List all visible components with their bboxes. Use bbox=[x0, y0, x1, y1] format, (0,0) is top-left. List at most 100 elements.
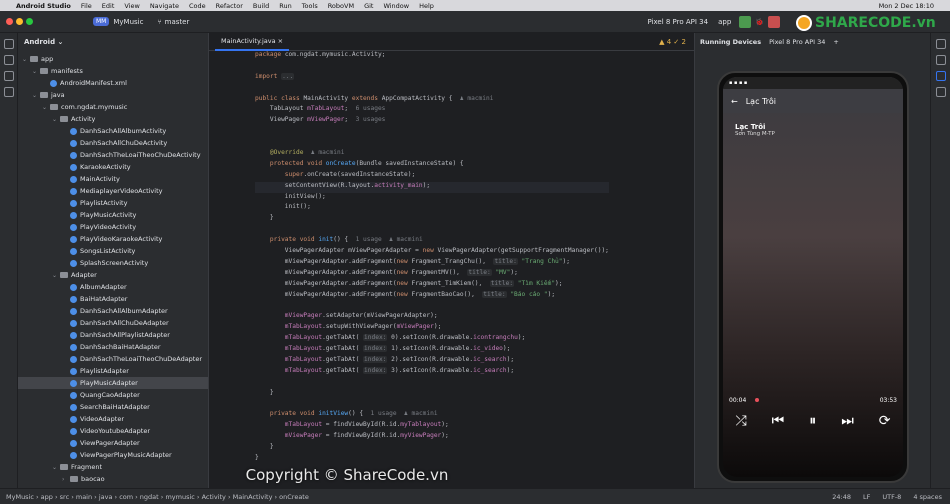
next-icon[interactable]: ⏭ bbox=[841, 413, 854, 429]
menu-window[interactable]: Window bbox=[383, 2, 409, 10]
tree-item[interactable]: PlaylistActivity bbox=[18, 197, 208, 209]
menu-code[interactable]: Code bbox=[189, 2, 206, 10]
tree-item[interactable]: DanhSachTheLoaiTheoChuDeAdapter bbox=[18, 353, 208, 365]
project-tool-icon[interactable] bbox=[3, 39, 14, 49]
add-device-icon[interactable]: + bbox=[833, 38, 838, 46]
tab-mainactivity[interactable]: MainActivity.java × bbox=[215, 33, 290, 51]
tree-item[interactable]: MainActivity bbox=[18, 173, 208, 185]
code-line[interactable]: mTabLayout = findViewById(R.id.myTablayo… bbox=[255, 421, 609, 432]
code-line[interactable]: ViewPager mViewPager; 3 usages bbox=[255, 116, 609, 127]
tree-item[interactable]: DanhSachBaiHatAdapter bbox=[18, 341, 208, 353]
menu-build[interactable]: Build bbox=[253, 2, 269, 10]
repeat-icon[interactable]: ⟳ bbox=[879, 413, 891, 429]
tree-item[interactable]: DanhSachAllAlbumActivity bbox=[18, 125, 208, 137]
menu-run[interactable]: Run bbox=[279, 2, 291, 10]
menu-robovm[interactable]: RoboVM bbox=[328, 2, 354, 10]
code-line[interactable]: mTabLayout.getTabAt( index: 1).setIcon(R… bbox=[255, 345, 609, 356]
tree-item[interactable]: VideoYoutubeAdapter bbox=[18, 425, 208, 437]
notifications-icon[interactable] bbox=[935, 39, 946, 49]
code-line[interactable]: } bbox=[255, 443, 609, 454]
device-selector[interactable]: Pixel 8 Pro API 34 bbox=[647, 18, 708, 26]
code-line[interactable]: mTabLayout.getTabAt( index: 3).setIcon(R… bbox=[255, 366, 609, 378]
tree-item[interactable]: SearchBaiHatAdapter bbox=[18, 401, 208, 413]
menu-help[interactable]: Help bbox=[419, 2, 434, 10]
more-tool-icon[interactable] bbox=[3, 87, 14, 97]
code-line[interactable]: } bbox=[255, 214, 609, 225]
debug-icon[interactable]: 🐞 bbox=[755, 18, 764, 26]
code-line[interactable]: TabLayout mTabLayout; 6 usages bbox=[255, 105, 609, 116]
menu-tools[interactable]: Tools bbox=[302, 2, 318, 10]
code-line[interactable]: mViewPagerAdapter.addFragment(new Fragme… bbox=[255, 279, 609, 291]
tree-item[interactable]: PlayMusicAdapter bbox=[18, 377, 208, 389]
stop-button[interactable] bbox=[768, 15, 780, 28]
tree-item[interactable]: PlaylistAdapter bbox=[18, 365, 208, 377]
device-manager-icon[interactable] bbox=[935, 71, 946, 81]
menu-navigate[interactable]: Navigate bbox=[150, 2, 179, 10]
tree-item[interactable]: DanhSachAllAlbumAdapter bbox=[18, 305, 208, 317]
code-line[interactable]: super.onCreate(savedInstanceState); bbox=[255, 171, 609, 182]
line-separator[interactable]: LF bbox=[863, 493, 870, 501]
menu-file[interactable]: File bbox=[81, 2, 92, 10]
phone-screen[interactable]: ▪ ▪ ▪ ▪ ← Lạc Trôi Lạc Trôi Sơn Tùng M-T… bbox=[723, 77, 903, 477]
code-line[interactable]: mViewPagerAdapter.addFragment(new Fragme… bbox=[255, 257, 609, 269]
tree-item[interactable]: AndroidManifest.xml bbox=[18, 77, 208, 89]
project-selector[interactable]: MyMusic bbox=[113, 18, 143, 26]
tree-item[interactable]: ⌄ com.ngdat.mymusic bbox=[18, 101, 208, 113]
code-line[interactable]: mTabLayout.getTabAt( index: 2).setIcon(R… bbox=[255, 355, 609, 367]
menu-edit[interactable]: Edit bbox=[102, 2, 115, 10]
tree-item[interactable]: ⌄ java bbox=[18, 89, 208, 101]
run-config[interactable]: app bbox=[718, 18, 731, 26]
gradle-icon[interactable] bbox=[935, 55, 946, 65]
code-line[interactable]: initView(); bbox=[255, 193, 609, 204]
code-line[interactable]: mViewPagerAdapter.addFragment(new Fragme… bbox=[255, 290, 609, 302]
code-line[interactable] bbox=[255, 400, 609, 411]
code-line[interactable]: mViewPagerAdapter.addFragment(new Fragme… bbox=[255, 268, 609, 280]
tree-item[interactable]: ⌄ Adapter bbox=[18, 269, 208, 281]
code-line[interactable]: protected void onCreate(Bundle savedInst… bbox=[255, 160, 609, 171]
code-line[interactable]: mViewPager = findViewById(R.id.myViewPag… bbox=[255, 432, 609, 443]
tree-item[interactable]: PlayVideoKaraokeActivity bbox=[18, 233, 208, 245]
tree-item[interactable]: DanhSachAllChuDeActivity bbox=[18, 137, 208, 149]
warning-count[interactable]: ▲ 4 ✓ 2 bbox=[659, 38, 686, 46]
code-line[interactable] bbox=[255, 84, 609, 95]
code-line[interactable] bbox=[255, 138, 609, 149]
tree-item[interactable]: MediaplayerVideoActivity bbox=[18, 185, 208, 197]
tree-item[interactable]: ViewPagerPlayMusicAdapter bbox=[18, 449, 208, 461]
code-content[interactable]: package com.ngdat.mymusic.Activity; impo… bbox=[255, 51, 609, 465]
tree-item[interactable]: QuangCaoAdapter bbox=[18, 389, 208, 401]
code-line[interactable]: private void initView() { 1 usage ♟ macm… bbox=[255, 410, 609, 421]
tree-item[interactable]: PlayMusicActivity bbox=[18, 209, 208, 221]
caret-position[interactable]: 24:48 bbox=[832, 493, 851, 501]
tree-item[interactable]: PlayVideoActivity bbox=[18, 221, 208, 233]
pause-icon[interactable]: ⏸ bbox=[809, 413, 816, 429]
menu-refactor[interactable]: Refactor bbox=[216, 2, 243, 10]
tree-item[interactable]: SplashScreenActivity bbox=[18, 257, 208, 269]
tree-item[interactable]: ⌄ manifests bbox=[18, 65, 208, 77]
code-line[interactable] bbox=[255, 378, 609, 389]
shuffle-icon[interactable]: ⤮ bbox=[735, 413, 746, 429]
code-line[interactable]: ViewPagerAdapter mViewPagerAdapter = new… bbox=[255, 247, 609, 258]
commit-tool-icon[interactable] bbox=[3, 55, 14, 65]
tree-item[interactable]: AlbumAdapter bbox=[18, 281, 208, 293]
tree-item[interactable]: ViewPagerAdapter bbox=[18, 437, 208, 449]
app-name[interactable]: Android Studio bbox=[16, 2, 71, 10]
code-line[interactable]: mTabLayout.setupWithViewPager(mViewPager… bbox=[255, 323, 609, 334]
code-line[interactable]: setContentView(R.layout.activity_main); bbox=[255, 181, 609, 193]
back-arrow-icon[interactable]: ← bbox=[731, 97, 738, 106]
tree-item[interactable]: DanhSachAllChuDeAdapter bbox=[18, 317, 208, 329]
branch-selector[interactable]: master bbox=[165, 18, 190, 26]
code-line[interactable] bbox=[255, 127, 609, 138]
code-line[interactable]: package com.ngdat.mymusic.Activity; bbox=[255, 51, 609, 62]
code-line[interactable]: private void init() { 1 usage ♟ macmini bbox=[255, 236, 609, 247]
device-explorer-icon[interactable] bbox=[935, 87, 946, 97]
code-line[interactable]: @Override ♟ macmini bbox=[255, 149, 609, 160]
project-view-selector[interactable]: Android ⌄ bbox=[18, 33, 208, 51]
tree-item[interactable]: VideoAdapter bbox=[18, 413, 208, 425]
rerun-button[interactable] bbox=[739, 15, 752, 28]
code-line[interactable]: init(); bbox=[255, 203, 609, 214]
code-line[interactable] bbox=[255, 225, 609, 236]
indent-setting[interactable]: 4 spaces bbox=[913, 493, 942, 501]
tree-item[interactable]: ⌄ Activity bbox=[18, 113, 208, 125]
file-encoding[interactable]: UTF-8 bbox=[882, 493, 901, 501]
tree-item[interactable]: ⌄ app bbox=[18, 53, 208, 65]
